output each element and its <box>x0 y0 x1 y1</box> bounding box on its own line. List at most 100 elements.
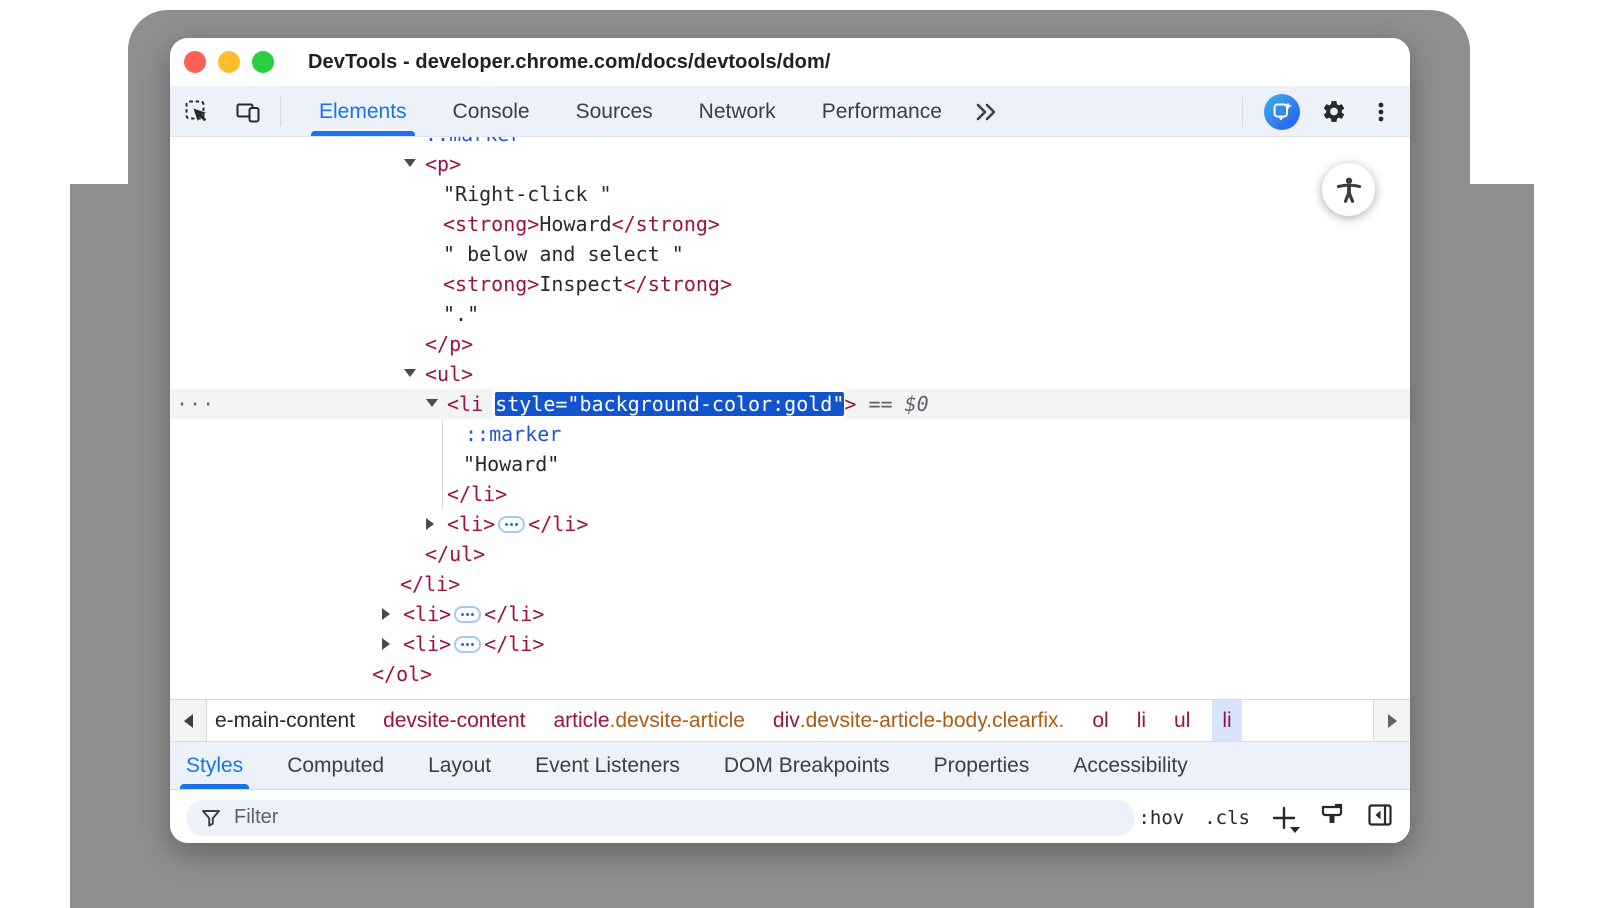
dom-tree-row[interactable]: "Right-click " <box>170 179 1410 209</box>
dom-tree-row[interactable]: <strong>Inspect</strong> <box>170 269 1410 299</box>
breadcrumb-scroll-right-button[interactable] <box>1373 700 1410 741</box>
breadcrumb-item-ul[interactable]: ul <box>1174 700 1190 741</box>
plus-dropdown-triangle-icon <box>1290 827 1300 833</box>
devtools-toolbar: Elements Console Sources Network Perform… <box>170 87 1410 137</box>
breadcrumb-item-li-selected[interactable]: li <box>1212 700 1241 741</box>
chevron-double-right-icon <box>972 99 1000 125</box>
expand-arrow-right-icon[interactable] <box>426 518 434 530</box>
tab-properties[interactable]: Properties <box>934 742 1030 789</box>
dom-tree-row[interactable]: "Howard" <box>170 449 1410 479</box>
tab-event-listeners[interactable]: Event Listeners <box>535 742 680 789</box>
code-segment-tag: > <box>844 392 856 416</box>
collapsed-content-icon[interactable] <box>454 606 481 623</box>
panel-tabs: Elements Console Sources Network Perform… <box>293 87 942 136</box>
tab-performance[interactable]: Performance <box>822 87 942 136</box>
more-menu-icon[interactable] <box>1368 99 1394 125</box>
dom-tree-row[interactable]: <li></li> <box>170 509 1410 539</box>
breadcrumb-item-article-body[interactable]: div.devsite-article-body.clearfix. <box>773 700 1064 741</box>
dom-tree-row[interactable]: " below and select " <box>170 239 1410 269</box>
code-segment-tag: </li> <box>447 482 507 506</box>
code-segment-tag: </li> <box>528 512 588 536</box>
collapsed-content-icon[interactable] <box>498 516 525 533</box>
breadcrumb-item-devsite-content[interactable]: devsite-content <box>383 700 525 741</box>
collapsed-content-icon[interactable] <box>454 636 481 653</box>
toggle-hover-state-button[interactable]: :hov <box>1138 807 1184 829</box>
code-segment-op: == <box>856 392 904 416</box>
breadcrumb-item-li[interactable]: li <box>1137 700 1146 741</box>
dom-tree-row[interactable]: <li> </li> <box>170 599 1410 629</box>
code-segment-tag: </strong> <box>612 212 720 236</box>
tab-elements[interactable]: Elements <box>319 87 407 136</box>
code-segment-tag: </li> <box>400 572 460 596</box>
filter-pill[interactable] <box>186 800 1135 836</box>
dom-tree-row[interactable]: <ul> <box>170 359 1410 389</box>
title-bar: DevTools - developer.chrome.com/docs/dev… <box>170 38 1410 87</box>
expand-arrow-down-icon[interactable] <box>426 399 438 407</box>
toggle-classes-button[interactable]: .cls <box>1204 807 1250 829</box>
devtools-window: DevTools - developer.chrome.com/docs/dev… <box>170 38 1410 843</box>
dom-tree-row[interactable]: <p> <box>170 149 1410 179</box>
dom-tree-row[interactable]: </li> <box>170 479 1410 509</box>
accessibility-fab[interactable] <box>1322 163 1375 216</box>
dom-tree-row[interactable]: </li> <box>170 569 1410 599</box>
expand-arrow-right-icon[interactable] <box>382 638 390 650</box>
close-button[interactable] <box>184 51 206 73</box>
settings-gear-icon[interactable] <box>1321 99 1347 125</box>
code-segment-dollar: $0 <box>905 392 929 416</box>
minimize-button[interactable] <box>218 51 240 73</box>
breadcrumb-item-ol[interactable]: ol <box>1092 700 1108 741</box>
dom-tree-row[interactable]: "." <box>170 299 1410 329</box>
new-style-rule-plus-icon[interactable] <box>1270 804 1298 832</box>
zoom-button[interactable] <box>252 51 274 73</box>
code-segment-tag: <li> <box>403 602 451 626</box>
breadcrumb: e-main-content devsite-content article.d… <box>207 700 1242 741</box>
tab-network[interactable]: Network <box>699 87 776 136</box>
triangle-left-icon <box>184 714 193 728</box>
code-segment-tag: </li> <box>484 602 544 626</box>
dom-tree-row[interactable]: <strong>Howard</strong> <box>170 209 1410 239</box>
styles-panel-tabs: Styles Computed Layout Event Listeners D… <box>170 742 1410 790</box>
code-segment-attrsel: style="background-color:gold" <box>495 392 844 416</box>
dom-tree-row[interactable]: </p> <box>170 329 1410 359</box>
ai-assistant-icon[interactable] <box>1264 94 1300 130</box>
rendering-brush-icon[interactable] <box>1318 801 1346 834</box>
code-segment-tag: <li <box>447 392 483 416</box>
tab-accessibility[interactable]: Accessibility <box>1073 742 1187 789</box>
tab-sources[interactable]: Sources <box>576 87 653 136</box>
code-segment-text: Howard <box>539 212 611 236</box>
dom-tree-row[interactable]: </ol> <box>170 659 1410 689</box>
breadcrumb-item-article[interactable]: article.devsite-article <box>554 700 745 741</box>
tab-layout[interactable]: Layout <box>428 742 491 789</box>
code-segment-tag: </ul> <box>425 542 485 566</box>
device-toolbar-icon[interactable] <box>235 99 261 125</box>
code-segment-text: " below and select " <box>443 242 684 266</box>
dom-tree-row[interactable]: <li></li> <box>170 629 1410 659</box>
dom-tree-row-selected[interactable]: ··· <li style="background-color:gold"> ==… <box>170 389 1410 419</box>
window-title: DevTools - developer.chrome.com/docs/dev… <box>308 51 831 74</box>
code-segment-tag: </p> <box>425 332 473 356</box>
styles-filter-bar: :hov .cls <box>170 790 1410 843</box>
code-segment-tag: <li> <box>403 632 451 656</box>
filter-input[interactable] <box>232 805 1121 830</box>
toggle-sidebar-icon[interactable] <box>1366 801 1394 834</box>
tab-computed[interactable]: Computed <box>287 742 384 789</box>
expand-arrow-down-icon[interactable] <box>404 159 416 167</box>
tab-styles[interactable]: Styles <box>186 742 243 789</box>
code-segment-tag: <strong> <box>443 212 539 236</box>
code-segment-tag: <ul> <box>425 362 473 386</box>
expand-arrow-right-icon[interactable] <box>382 608 390 620</box>
expand-arrow-down-icon[interactable] <box>404 369 416 377</box>
toolbar-divider <box>280 97 281 126</box>
inspect-icon[interactable] <box>184 99 210 125</box>
toolbar-right-divider <box>1242 97 1243 127</box>
more-tabs-button[interactable] <box>972 87 1000 136</box>
code-segment-pseudo: ::marker <box>465 422 561 446</box>
tab-console[interactable]: Console <box>453 87 530 136</box>
breadcrumb-scroll-left-button[interactable] <box>170 700 207 741</box>
row-more-actions-icon[interactable]: ··· <box>176 389 215 419</box>
tab-dom-breakpoints[interactable]: DOM Breakpoints <box>724 742 890 789</box>
dom-tree-row[interactable]: ::marker <box>170 419 1410 449</box>
dom-tree-row[interactable]: ::marker <box>170 137 1410 149</box>
breadcrumb-item-main-content[interactable]: e-main-content <box>215 700 355 741</box>
dom-tree-row[interactable]: </ul> <box>170 539 1410 569</box>
